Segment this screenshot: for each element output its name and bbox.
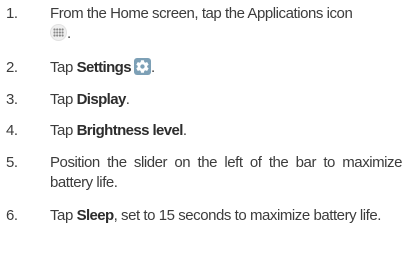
apps-grid-icon xyxy=(50,24,67,41)
step-text: Tap Brightness level. xyxy=(50,122,187,139)
sleep-label: Sleep xyxy=(76,207,115,224)
step-number: 3. xyxy=(6,91,18,108)
gear-icon xyxy=(133,58,151,75)
settings-label: Settings xyxy=(76,59,132,76)
step-text: Tap Sleep, set to 15 seconds to maximize… xyxy=(50,207,381,224)
display-label: Display xyxy=(76,91,127,108)
step-text: Tap Settings. xyxy=(50,58,155,76)
step-number: 6. xyxy=(6,207,18,224)
step-number: 5. xyxy=(6,154,18,171)
brightness-level-label: Brightness level xyxy=(76,122,184,139)
step-text: Tap Display. xyxy=(50,91,130,108)
instruction-steps: 1. From the Home screen, tap the Applica… xyxy=(0,0,406,267)
step-text: Position the slider on the left of the b… xyxy=(50,154,402,191)
step-text: From the Home screen, tap the Applicatio… xyxy=(50,5,353,42)
step-number: 4. xyxy=(6,122,18,139)
step-number: 2. xyxy=(6,59,18,76)
step-number: 1. xyxy=(6,5,18,22)
